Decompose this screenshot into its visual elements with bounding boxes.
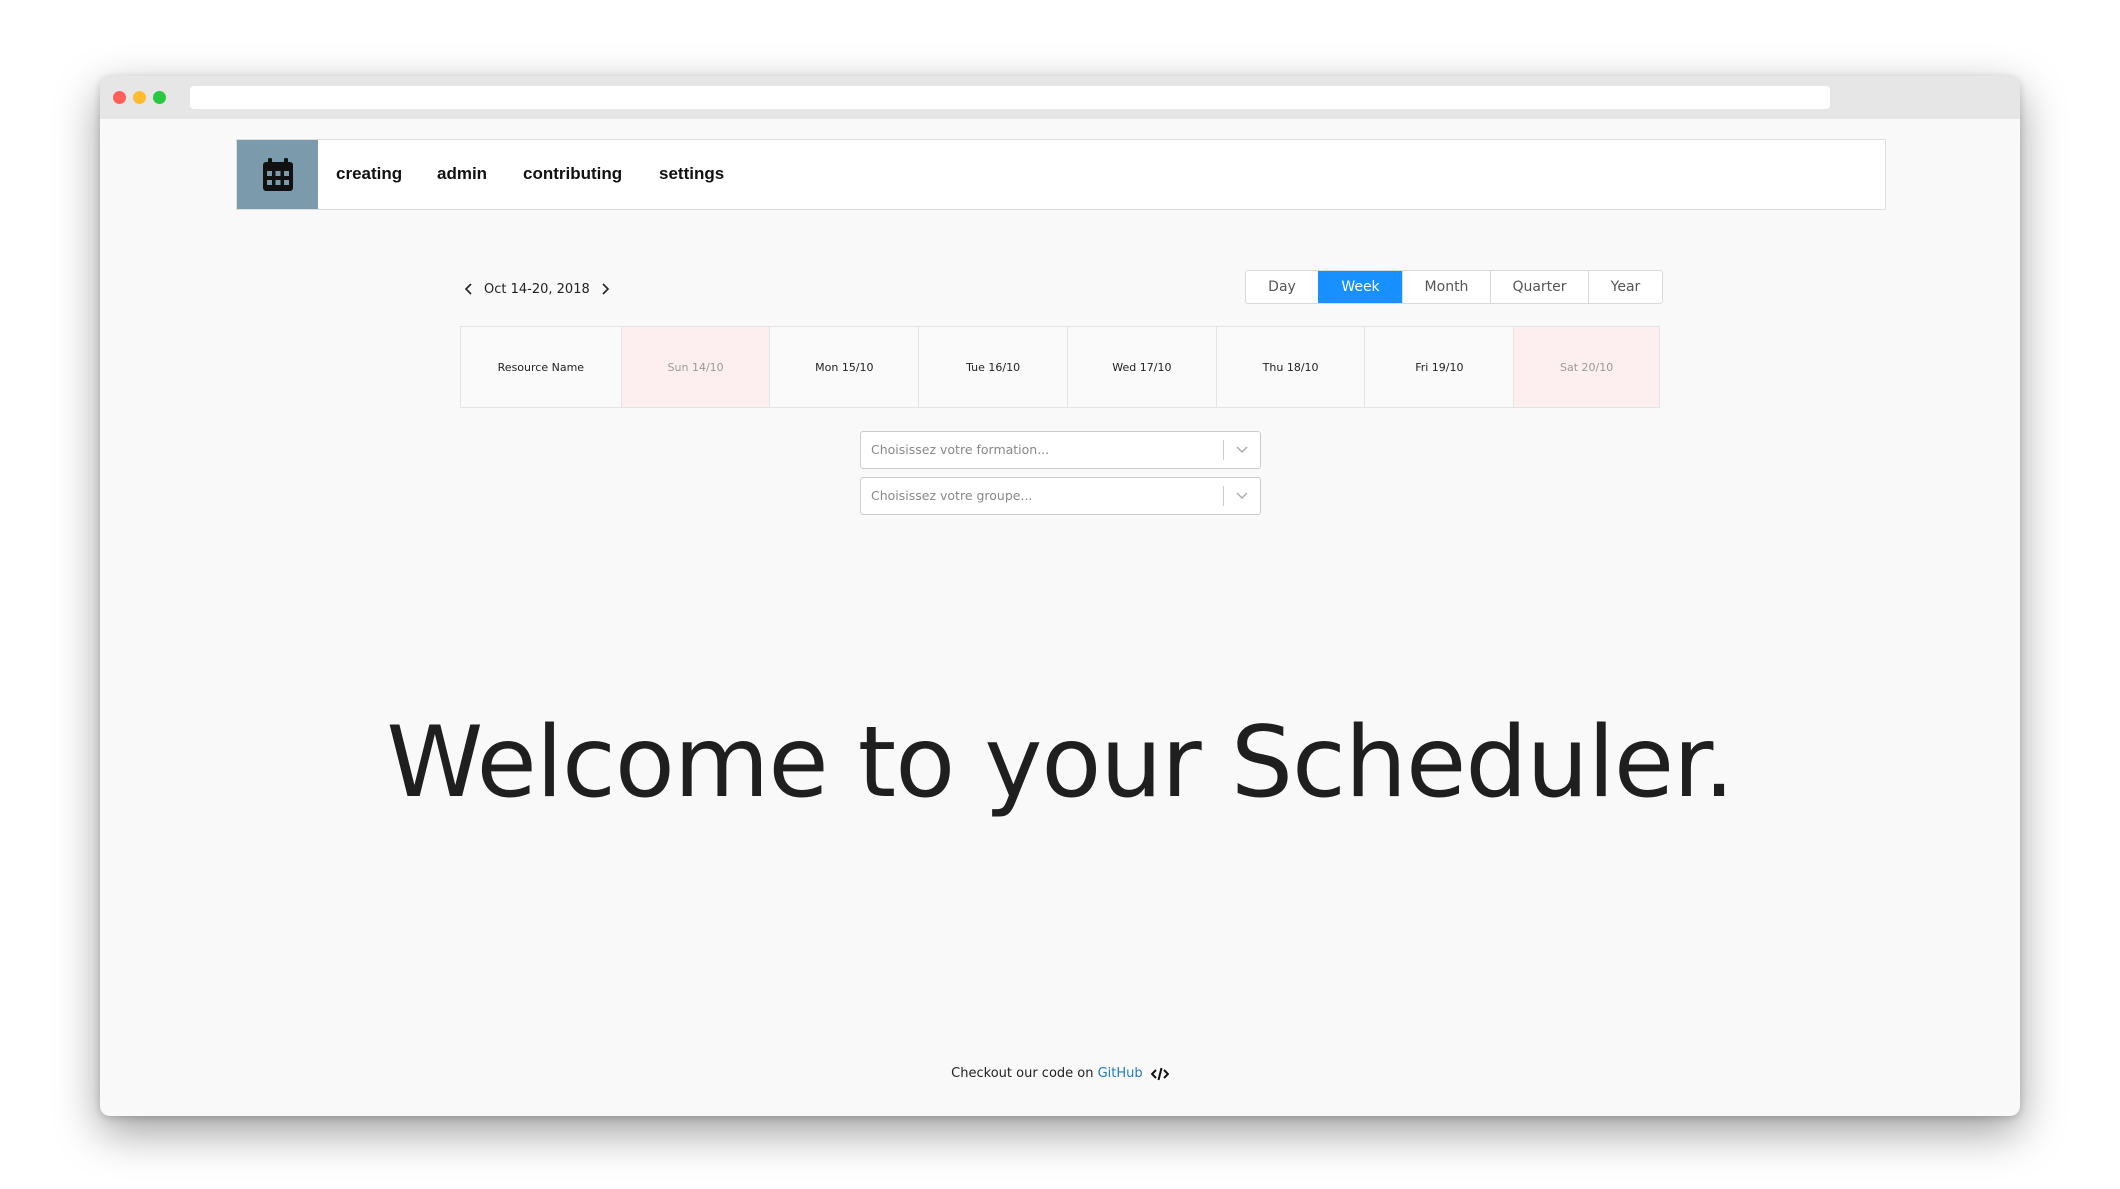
select-separator bbox=[1223, 440, 1224, 460]
footer-text: Checkout our code on bbox=[951, 1066, 1094, 1081]
nav-item-admin[interactable]: admin bbox=[437, 164, 487, 184]
select-separator bbox=[1223, 486, 1224, 506]
next-week-button[interactable] bbox=[596, 277, 614, 301]
view-year-button[interactable]: Year bbox=[1588, 271, 1662, 303]
view-mode-switch: Day Week Month Quarter Year bbox=[1245, 270, 1663, 304]
calendar-icon bbox=[262, 157, 293, 191]
nav-item-settings[interactable]: settings bbox=[659, 164, 724, 184]
nav-item-creating[interactable]: creating bbox=[336, 164, 402, 184]
welcome-heading: Welcome to your Scheduler. bbox=[386, 706, 1734, 820]
chevron-left-icon bbox=[464, 283, 472, 295]
day-header-sun: Sun 14/10 bbox=[620, 327, 770, 407]
day-header-tue: Tue 16/10 bbox=[918, 327, 1067, 407]
minimize-window-button[interactable] bbox=[133, 91, 146, 104]
date-navigation: Oct 14-20, 2018 bbox=[460, 277, 614, 301]
footer: Checkout our code on GitHub bbox=[100, 1066, 2020, 1081]
day-header-wed: Wed 17/10 bbox=[1066, 327, 1216, 407]
chevron-right-icon bbox=[602, 283, 609, 295]
browser-window: creating admin contributing settings Oct… bbox=[100, 76, 2020, 1116]
close-window-button[interactable] bbox=[113, 91, 126, 104]
view-day-button[interactable]: Day bbox=[1246, 271, 1318, 303]
previous-week-button[interactable] bbox=[460, 277, 478, 301]
app-logo[interactable] bbox=[237, 140, 318, 209]
resource-name-header: Resource Name bbox=[497, 360, 585, 374]
chevron-down-icon[interactable] bbox=[1234, 443, 1250, 457]
code-icon bbox=[1150, 1067, 1169, 1080]
groupe-select-placeholder: Choisissez votre groupe... bbox=[871, 488, 1033, 503]
browser-titlebar bbox=[100, 76, 2020, 119]
day-header-mon: Mon 15/10 bbox=[769, 327, 918, 407]
address-bar[interactable] bbox=[190, 86, 1830, 109]
scheduler-header-row: Resource Name Sun 14/10 Mon 15/10 Tue 16… bbox=[460, 326, 1660, 408]
date-range-label: Oct 14-20, 2018 bbox=[484, 281, 590, 297]
github-link[interactable]: GitHub bbox=[1098, 1066, 1143, 1081]
chevron-down-icon[interactable] bbox=[1234, 489, 1250, 503]
day-header-sat: Sat 20/10 bbox=[1513, 327, 1659, 407]
top-navbar: creating admin contributing settings bbox=[236, 139, 1886, 210]
maximize-window-button[interactable] bbox=[153, 91, 166, 104]
day-header-fri: Fri 19/10 bbox=[1364, 327, 1513, 407]
nav-item-contributing[interactable]: contributing bbox=[523, 164, 622, 184]
day-header-thu: Thu 18/10 bbox=[1215, 327, 1365, 407]
groupe-select[interactable]: Choisissez votre groupe... bbox=[860, 477, 1261, 515]
formation-select-placeholder: Choisissez votre formation... bbox=[871, 442, 1050, 457]
view-quarter-button[interactable]: Quarter bbox=[1490, 271, 1588, 303]
formation-select[interactable]: Choisissez votre formation... bbox=[860, 431, 1261, 469]
view-week-button[interactable]: Week bbox=[1318, 271, 1402, 303]
view-month-button[interactable]: Month bbox=[1402, 271, 1490, 303]
